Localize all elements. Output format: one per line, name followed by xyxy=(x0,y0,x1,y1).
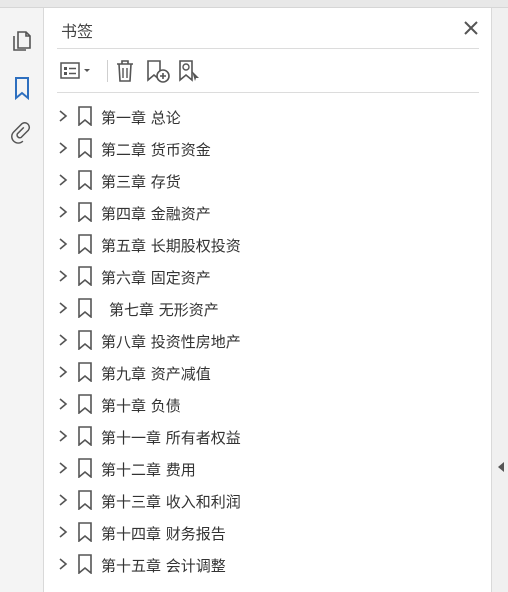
bookmark-icon xyxy=(78,522,92,542)
bookmark-item[interactable]: 第十一章 所有者权益 xyxy=(45,420,491,452)
bookmark-add-icon xyxy=(147,60,170,83)
chevron-right-icon[interactable] xyxy=(57,525,69,539)
attachments-button[interactable] xyxy=(8,120,36,148)
bookmark-label: 第十三章 收入和利润 xyxy=(101,493,241,511)
list-options-icon xyxy=(60,62,90,79)
bookmark-icon xyxy=(78,458,92,478)
bookmark-icon xyxy=(78,106,92,126)
bookmark-item[interactable]: 第十四章 财务报告 xyxy=(45,516,491,548)
bookmark-item[interactable]: 第十三章 收入和利润 xyxy=(45,484,491,516)
bookmarks-panel: 书签 第一章 总论 第二章 货币资金 第三章 存货 第四章 金融资产 第五章 长… xyxy=(45,8,491,592)
bookmark-icon xyxy=(78,170,92,190)
bookmark-icon xyxy=(78,234,92,254)
bookmark-item[interactable]: 第十二章 费用 xyxy=(45,452,491,484)
new-bookmark-button[interactable] xyxy=(145,58,171,84)
bookmark-item[interactable]: 第十章 负债 xyxy=(45,388,491,420)
bookmark-item[interactable]: 第九章 资产减值 xyxy=(45,356,491,388)
chevron-right-icon[interactable] xyxy=(57,493,69,507)
bookmark-label: 第五章 长期股权投资 xyxy=(101,237,241,255)
bookmark-label: 第三章 存货 xyxy=(101,173,181,191)
bookmark-item[interactable]: 第五章 长期股权投资 xyxy=(45,228,491,260)
chevron-right-icon[interactable] xyxy=(57,333,69,347)
bookmark-item[interactable]: 第二章 货币资金 xyxy=(45,132,491,164)
paperclip-icon xyxy=(11,122,31,144)
delete-bookmark-button[interactable] xyxy=(113,58,137,84)
bookmark-icon xyxy=(78,298,92,318)
chevron-right-icon[interactable] xyxy=(57,205,69,219)
bookmark-label: 第七章 无形资产 xyxy=(109,301,219,319)
bookmarks-toolbar xyxy=(57,56,479,86)
bookmark-label: 第十章 负债 xyxy=(101,397,181,415)
chevron-right-icon[interactable] xyxy=(57,557,69,571)
bookmark-icon xyxy=(78,138,92,158)
close-icon xyxy=(464,21,478,35)
chevron-right-icon[interactable] xyxy=(57,269,69,283)
bookmark-item[interactable]: 第六章 固定资产 xyxy=(45,260,491,292)
pages-icon xyxy=(13,31,31,51)
bookmark-icon xyxy=(78,394,92,414)
trash-icon xyxy=(117,60,133,82)
find-bookmark-button[interactable] xyxy=(177,58,203,84)
bookmark-label: 第十二章 费用 xyxy=(101,461,196,479)
chevron-right-icon[interactable] xyxy=(57,397,69,411)
bookmark-icon xyxy=(78,362,92,382)
chevron-right-icon[interactable] xyxy=(57,365,69,379)
toolbar-divider xyxy=(107,60,108,82)
bookmark-label: 第十五章 会计调整 xyxy=(101,557,226,575)
bookmark-item[interactable]: 第一章 总论 xyxy=(45,100,491,132)
bookmark-icon xyxy=(78,490,92,510)
bookmark-label: 第九章 资产减值 xyxy=(101,365,211,383)
bookmark-icon xyxy=(78,266,92,286)
collapse-panel-handle[interactable] xyxy=(496,458,506,472)
bookmark-item[interactable]: 第四章 金融资产 xyxy=(45,196,491,228)
panel-edge-bar xyxy=(491,8,508,592)
bookmark-icon xyxy=(15,77,29,100)
chevron-right-icon[interactable] xyxy=(57,301,69,315)
chevron-right-icon[interactable] xyxy=(57,237,69,251)
bookmark-item[interactable]: 第七章 无形资产 xyxy=(45,292,491,324)
bookmark-item[interactable]: 第三章 存货 xyxy=(45,164,491,196)
divider xyxy=(57,48,479,49)
bookmark-item[interactable]: 第十五章 会计调整 xyxy=(45,548,491,580)
bookmark-label: 第十四章 财务报告 xyxy=(101,525,226,543)
bookmark-label: 第一章 总论 xyxy=(101,109,181,127)
bookmarks-button[interactable] xyxy=(8,74,36,102)
bookmark-label: 第四章 金融资产 xyxy=(101,205,211,223)
chevron-left-icon xyxy=(498,462,504,472)
bookmark-find-icon xyxy=(179,60,199,82)
bookmark-label: 第二章 货币资金 xyxy=(101,141,211,159)
navigation-rail xyxy=(0,8,44,592)
bookmark-list: 第一章 总论第二章 货币资金 第三章 存货第四章 金融资产第五章 长期股权投资 第六… xyxy=(45,100,491,580)
bookmark-icon xyxy=(78,426,92,446)
divider xyxy=(57,92,479,93)
bookmark-label: 第八章 投资性房地产 xyxy=(101,333,241,351)
chevron-right-icon[interactable] xyxy=(57,109,69,123)
bookmark-icon xyxy=(78,554,92,574)
chevron-right-icon[interactable] xyxy=(57,141,69,155)
bookmark-label: 第六章 固定资产 xyxy=(101,269,211,287)
close-button[interactable] xyxy=(461,18,481,38)
chevron-right-icon[interactable] xyxy=(57,429,69,443)
bookmark-label: 第十一章 所有者权益 xyxy=(101,429,241,447)
bookmark-icon xyxy=(78,330,92,350)
options-menu-button[interactable] xyxy=(59,58,99,84)
bookmark-item[interactable]: 第八章 投资性房地产 xyxy=(45,324,491,356)
panel-title: 书签 xyxy=(61,22,94,41)
chevron-right-icon[interactable] xyxy=(57,461,69,475)
pages-button[interactable] xyxy=(8,26,36,54)
bookmark-icon xyxy=(78,202,92,222)
chevron-right-icon[interactable] xyxy=(57,173,69,187)
window-top-border xyxy=(0,0,508,8)
